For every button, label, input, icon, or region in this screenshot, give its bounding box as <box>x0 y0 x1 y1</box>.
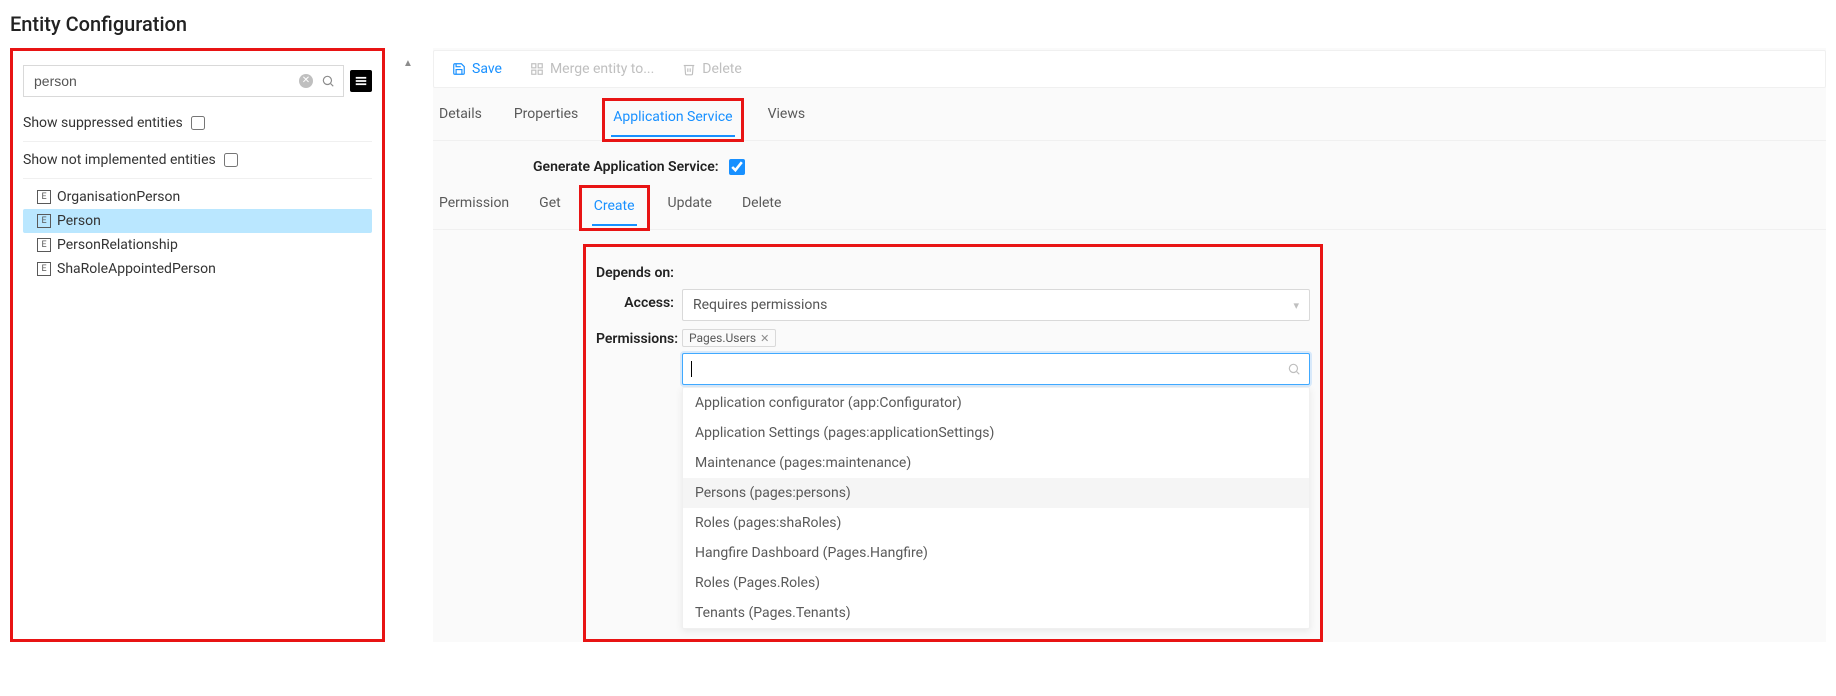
generate-app-service-checkbox[interactable] <box>729 159 745 175</box>
entity-label: PersonRelationship <box>57 237 178 253</box>
right-panel: Save Merge entity to... Delete Details P… <box>433 48 1826 642</box>
toolbar: Save Merge entity to... Delete <box>433 50 1826 88</box>
subtab-create[interactable]: Create <box>592 190 637 226</box>
entity-icon: E <box>37 214 51 228</box>
show-suppressed-checkbox[interactable] <box>191 116 205 130</box>
entity-item[interactable]: E ShaRoleAppointedPerson <box>23 257 372 281</box>
search-input[interactable] <box>34 73 289 89</box>
clear-search-icon[interactable]: ✕ <box>299 74 313 88</box>
access-select[interactable]: Requires permissions ▾ <box>682 289 1310 321</box>
permission-dropdown: Application configurator (app:Configurat… <box>682 387 1310 629</box>
remove-tag-icon[interactable]: ✕ <box>760 332 769 345</box>
generate-app-service-row: Generate Application Service: <box>533 159 1826 175</box>
permission-tag-label: Pages.Users <box>689 331 756 345</box>
entity-item[interactable]: E Person <box>23 209 372 233</box>
show-notimpl-label: Show not implemented entities <box>23 152 216 168</box>
show-notimpl-row: Show not implemented entities <box>23 142 372 179</box>
search-wrap: ✕ <box>23 65 344 97</box>
text-cursor-icon <box>691 361 692 377</box>
collapse-list-button[interactable] <box>350 70 372 92</box>
dropdown-item[interactable]: Persons (pages:persons) <box>683 478 1309 508</box>
merge-label: Merge entity to... <box>550 61 654 77</box>
entity-list: E OrganisationPerson E Person E PersonRelatio… <box>23 179 372 281</box>
permission-search-input[interactable] <box>682 353 1310 385</box>
dropdown-item[interactable]: Tenants (Pages.Tenants) <box>683 598 1309 628</box>
dropdown-item[interactable]: Application configurator (app:Configurat… <box>683 388 1309 418</box>
delete-label: Delete <box>702 61 741 77</box>
permission-tags: Pages.Users ✕ <box>682 323 1310 347</box>
merge-button: Merge entity to... <box>530 61 654 77</box>
entity-item[interactable]: E OrganisationPerson <box>23 185 372 209</box>
show-notimpl-checkbox[interactable] <box>224 153 238 167</box>
create-config-section: Depends on: Access: Requires permissions… <box>583 244 1323 642</box>
tab-views[interactable]: Views <box>766 100 808 140</box>
sub-tabs: Permission Get Create Update Delete <box>433 187 1826 230</box>
merge-icon <box>530 62 544 76</box>
entity-label: Person <box>57 213 101 229</box>
tab-properties[interactable]: Properties <box>512 100 580 140</box>
show-suppressed-label: Show suppressed entities <box>23 115 183 131</box>
tab-application-service[interactable]: Application Service <box>611 103 734 137</box>
entity-label: ShaRoleAppointedPerson <box>57 261 216 277</box>
trash-icon <box>682 62 696 76</box>
dropdown-item[interactable]: Maintenance (pages:maintenance) <box>683 448 1309 478</box>
generate-app-service-label: Generate Application Service: <box>533 159 719 175</box>
entity-label: OrganisationPerson <box>57 189 180 205</box>
tab-details[interactable]: Details <box>437 100 484 140</box>
dropdown-item[interactable]: Roles (pages:shaRoles) <box>683 508 1309 538</box>
collapse-handle-icon[interactable]: ▲ <box>403 48 415 642</box>
access-value: Requires permissions <box>693 297 827 313</box>
entity-icon: E <box>37 238 51 252</box>
page-title: Entity Configuration <box>0 0 1836 48</box>
dropdown-item[interactable]: Application Settings (pages:applicationS… <box>683 418 1309 448</box>
chevron-down-icon: ▾ <box>1293 299 1299 312</box>
entity-icon: E <box>37 262 51 276</box>
show-suppressed-row: Show suppressed entities <box>23 105 372 142</box>
entity-item[interactable]: E PersonRelationship <box>23 233 372 257</box>
subtab-delete[interactable]: Delete <box>740 187 783 229</box>
subtab-get[interactable]: Get <box>537 187 563 229</box>
access-label: Access: <box>596 289 682 311</box>
permission-tag[interactable]: Pages.Users ✕ <box>682 329 776 347</box>
subtab-permission[interactable]: Permission <box>437 187 511 229</box>
dropdown-item[interactable]: Hangfire Dashboard (Pages.Hangfire) <box>683 538 1309 568</box>
permissions-label: Permissions: <box>596 329 682 347</box>
search-icon <box>1287 362 1301 376</box>
dropdown-item[interactable]: Roles (Pages.Roles) <box>683 568 1309 598</box>
entity-icon: E <box>37 190 51 204</box>
depends-on-label: Depends on: <box>596 259 682 281</box>
left-panel: ✕ Show suppressed entities Show not impl… <box>10 48 385 642</box>
save-icon <box>452 62 466 76</box>
save-button[interactable]: Save <box>452 61 502 77</box>
search-icon[interactable] <box>321 74 335 88</box>
save-label: Save <box>472 61 502 77</box>
main-tabs: Details Properties Application Service V… <box>433 88 1826 141</box>
delete-button: Delete <box>682 61 741 77</box>
subtab-update[interactable]: Update <box>666 187 714 229</box>
